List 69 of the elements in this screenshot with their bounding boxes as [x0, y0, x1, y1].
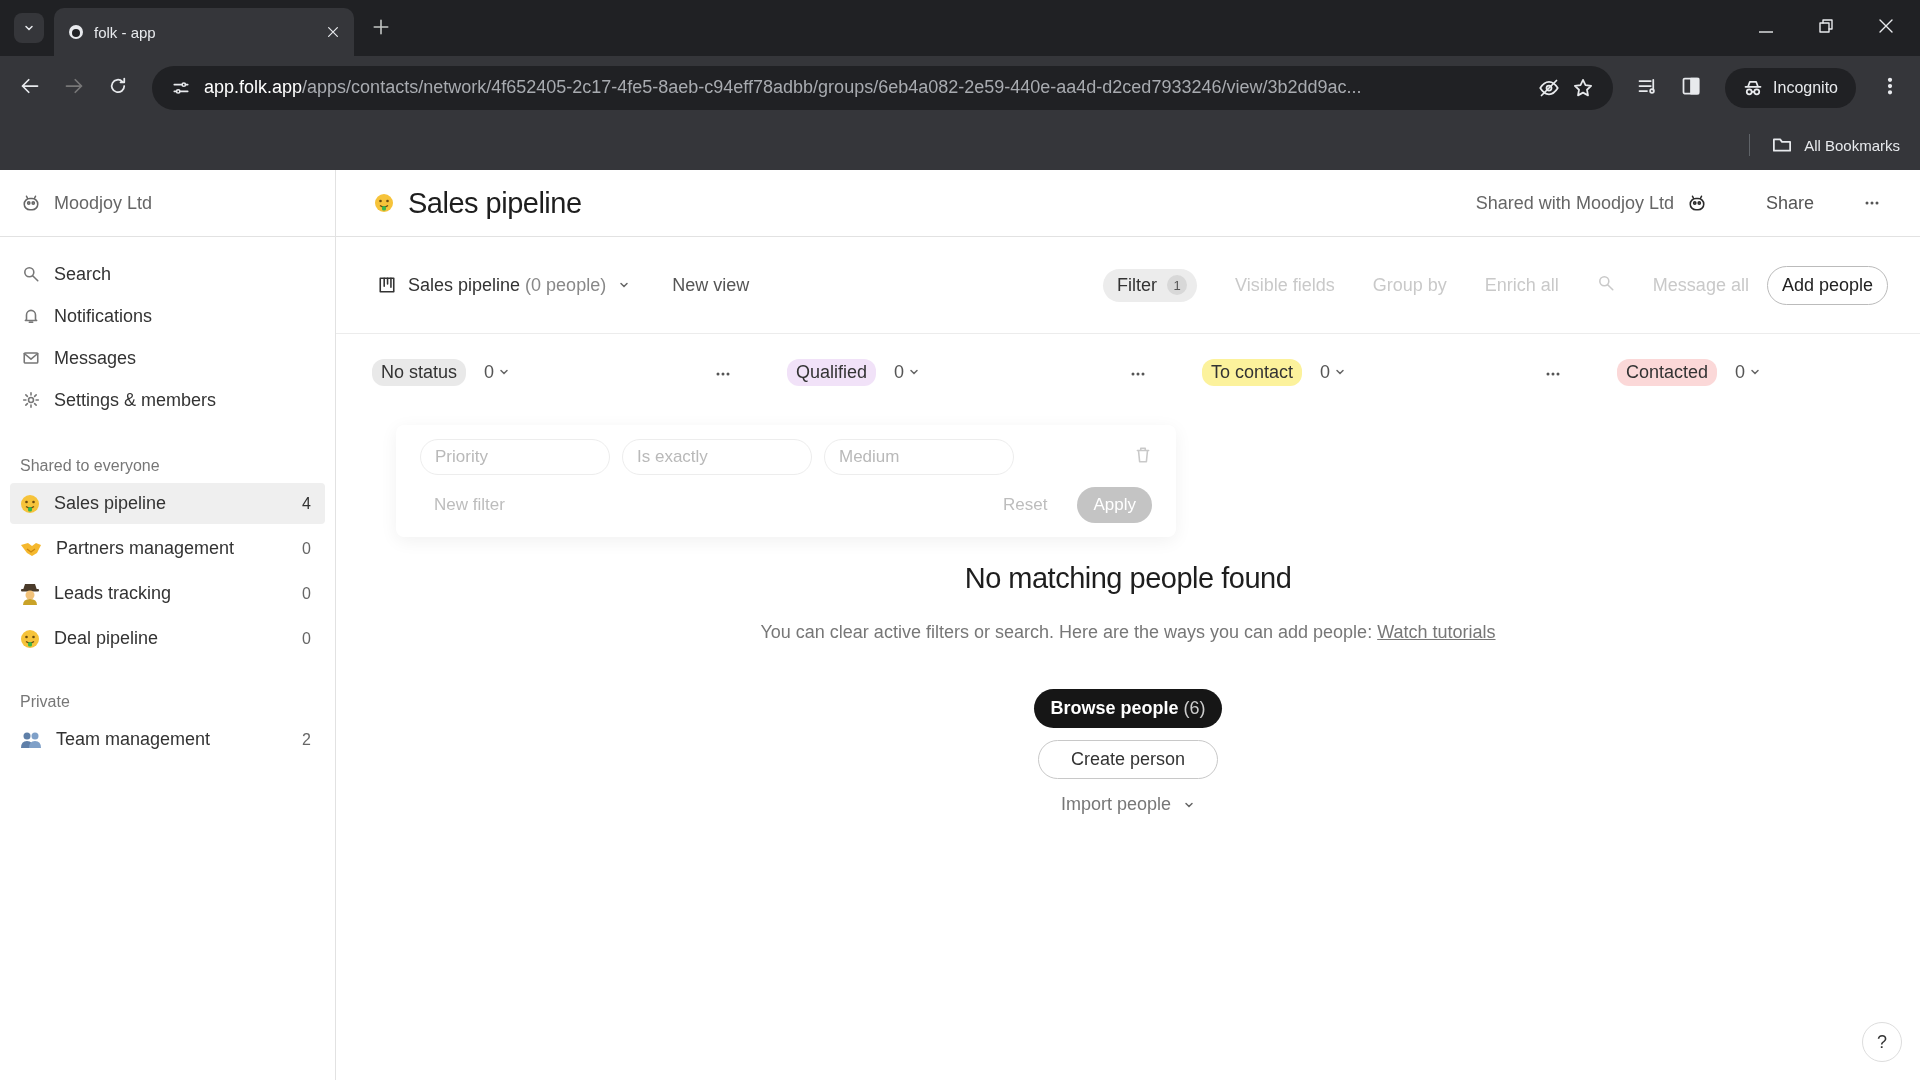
workspace-logo-icon: [1687, 194, 1706, 212]
bell-icon: [22, 307, 40, 325]
favicon-icon: [68, 24, 84, 40]
sidebar-group-item[interactable]: Team management 2: [10, 719, 325, 760]
help-button[interactable]: ?: [1862, 1022, 1902, 1062]
all-bookmarks-link[interactable]: All Bookmarks: [1804, 136, 1900, 154]
search-icon: [22, 265, 40, 283]
browse-people-button[interactable]: Browse people (6): [1034, 689, 1222, 728]
group-count: 2: [302, 730, 311, 749]
plus-icon: [372, 18, 390, 36]
add-people-button[interactable]: Add people: [1766, 265, 1888, 305]
group-count: 0: [302, 584, 311, 603]
column-count[interactable]: 0: [1735, 361, 1762, 383]
status-tag: No status: [372, 358, 467, 386]
sidebar-nav-item[interactable]: Settings & members: [10, 379, 325, 421]
import-people-button[interactable]: Import people: [1054, 793, 1202, 816]
people-icon: [20, 730, 42, 749]
sidebar-group-item[interactable]: Leads tracking 0: [10, 573, 325, 614]
side-panel-icon: [1681, 75, 1702, 96]
sidebar-nav-item[interactable]: Notifications: [10, 295, 325, 337]
status-tag: To contact: [1202, 358, 1303, 386]
section-heading: Shared to everyone: [20, 457, 161, 475]
group-count: 4: [302, 494, 311, 513]
filter-button[interactable]: Filter 1: [1103, 268, 1198, 302]
board-icon: [378, 276, 396, 294]
more-options-icon[interactable]: [1864, 200, 1880, 206]
section-heading: Private: [20, 693, 71, 711]
minimize-icon: [1758, 31, 1774, 33]
column-count[interactable]: 0: [1320, 361, 1347, 383]
column-menu-icon[interactable]: [1545, 371, 1561, 377]
column-menu-icon[interactable]: [1130, 371, 1146, 377]
page-title: Sales pipeline: [408, 186, 582, 220]
sidebar-group-item[interactable]: Deal pipeline 0: [10, 618, 325, 659]
incognito-button[interactable]: Incognito: [1725, 67, 1856, 108]
column-count[interactable]: 0: [894, 361, 921, 383]
create-person-button[interactable]: Create person: [1037, 740, 1219, 779]
group-count: 0: [302, 539, 311, 558]
envelope-icon: [22, 349, 40, 367]
workspace-name[interactable]: Moodjoy Ltd: [54, 192, 153, 214]
group-count: 0: [302, 629, 311, 648]
address-bar[interactable]: app.folk.app/apps/contacts/network/4f652405-2c17-4fe5-8aeb-c94eff78adbb/groups/6eb4a082-2e59-440e-aa4d-d2ced7933246/view/3b2dd9ac...: [152, 65, 1614, 110]
filter-count-badge: 1: [1167, 275, 1188, 295]
search-icon: [1596, 274, 1615, 292]
empty-state-text: You can clear active filters or search. Here are the ways you can add people: Watch tutorials: [759, 621, 1497, 644]
star-icon: [1573, 77, 1594, 98]
restore-icon: [1818, 18, 1834, 34]
status-tag: Contacted: [1617, 358, 1718, 386]
sidebar-group-item[interactable]: Sales pipeline 4: [10, 483, 325, 524]
new-view-button[interactable]: New view: [672, 274, 750, 296]
column-count[interactable]: 0: [484, 361, 511, 383]
detective-icon: [20, 582, 40, 605]
browser-tab[interactable]: folk - app: [54, 8, 354, 56]
trash-icon: [1134, 446, 1152, 464]
workspace-logo-icon: [22, 194, 40, 212]
url-text: app.folk.app/apps/contacts/network/4f652405-2c17-4fe5-8aeb-c94eff78adbb/groups/6eb4a082-2e59-440e-aa4d-d2ced7933246/view/3b2dd9ac...: [204, 77, 1363, 99]
share-button[interactable]: Share: [1759, 191, 1820, 215]
sidebar-nav-item[interactable]: Search: [10, 253, 325, 295]
reload-icon: [108, 75, 128, 96]
watch-tutorials-link[interactable]: Watch tutorials: [1377, 622, 1496, 642]
status-tag: Qualified: [787, 358, 877, 386]
sidebar-nav-item[interactable]: Messages: [10, 337, 325, 379]
column-menu-icon[interactable]: [715, 371, 731, 377]
view-selector[interactable]: Sales pipeline (0 people): [378, 274, 631, 296]
close-icon: [326, 25, 340, 39]
close-icon: [1878, 18, 1894, 34]
empty-state-title: No matching people found: [964, 562, 1292, 595]
eye-off-icon: [1539, 77, 1560, 98]
sidebar-group-item[interactable]: Partners management 0: [10, 528, 325, 569]
shared-with-text: Shared with Moodjoy Ltd: [1475, 192, 1674, 214]
